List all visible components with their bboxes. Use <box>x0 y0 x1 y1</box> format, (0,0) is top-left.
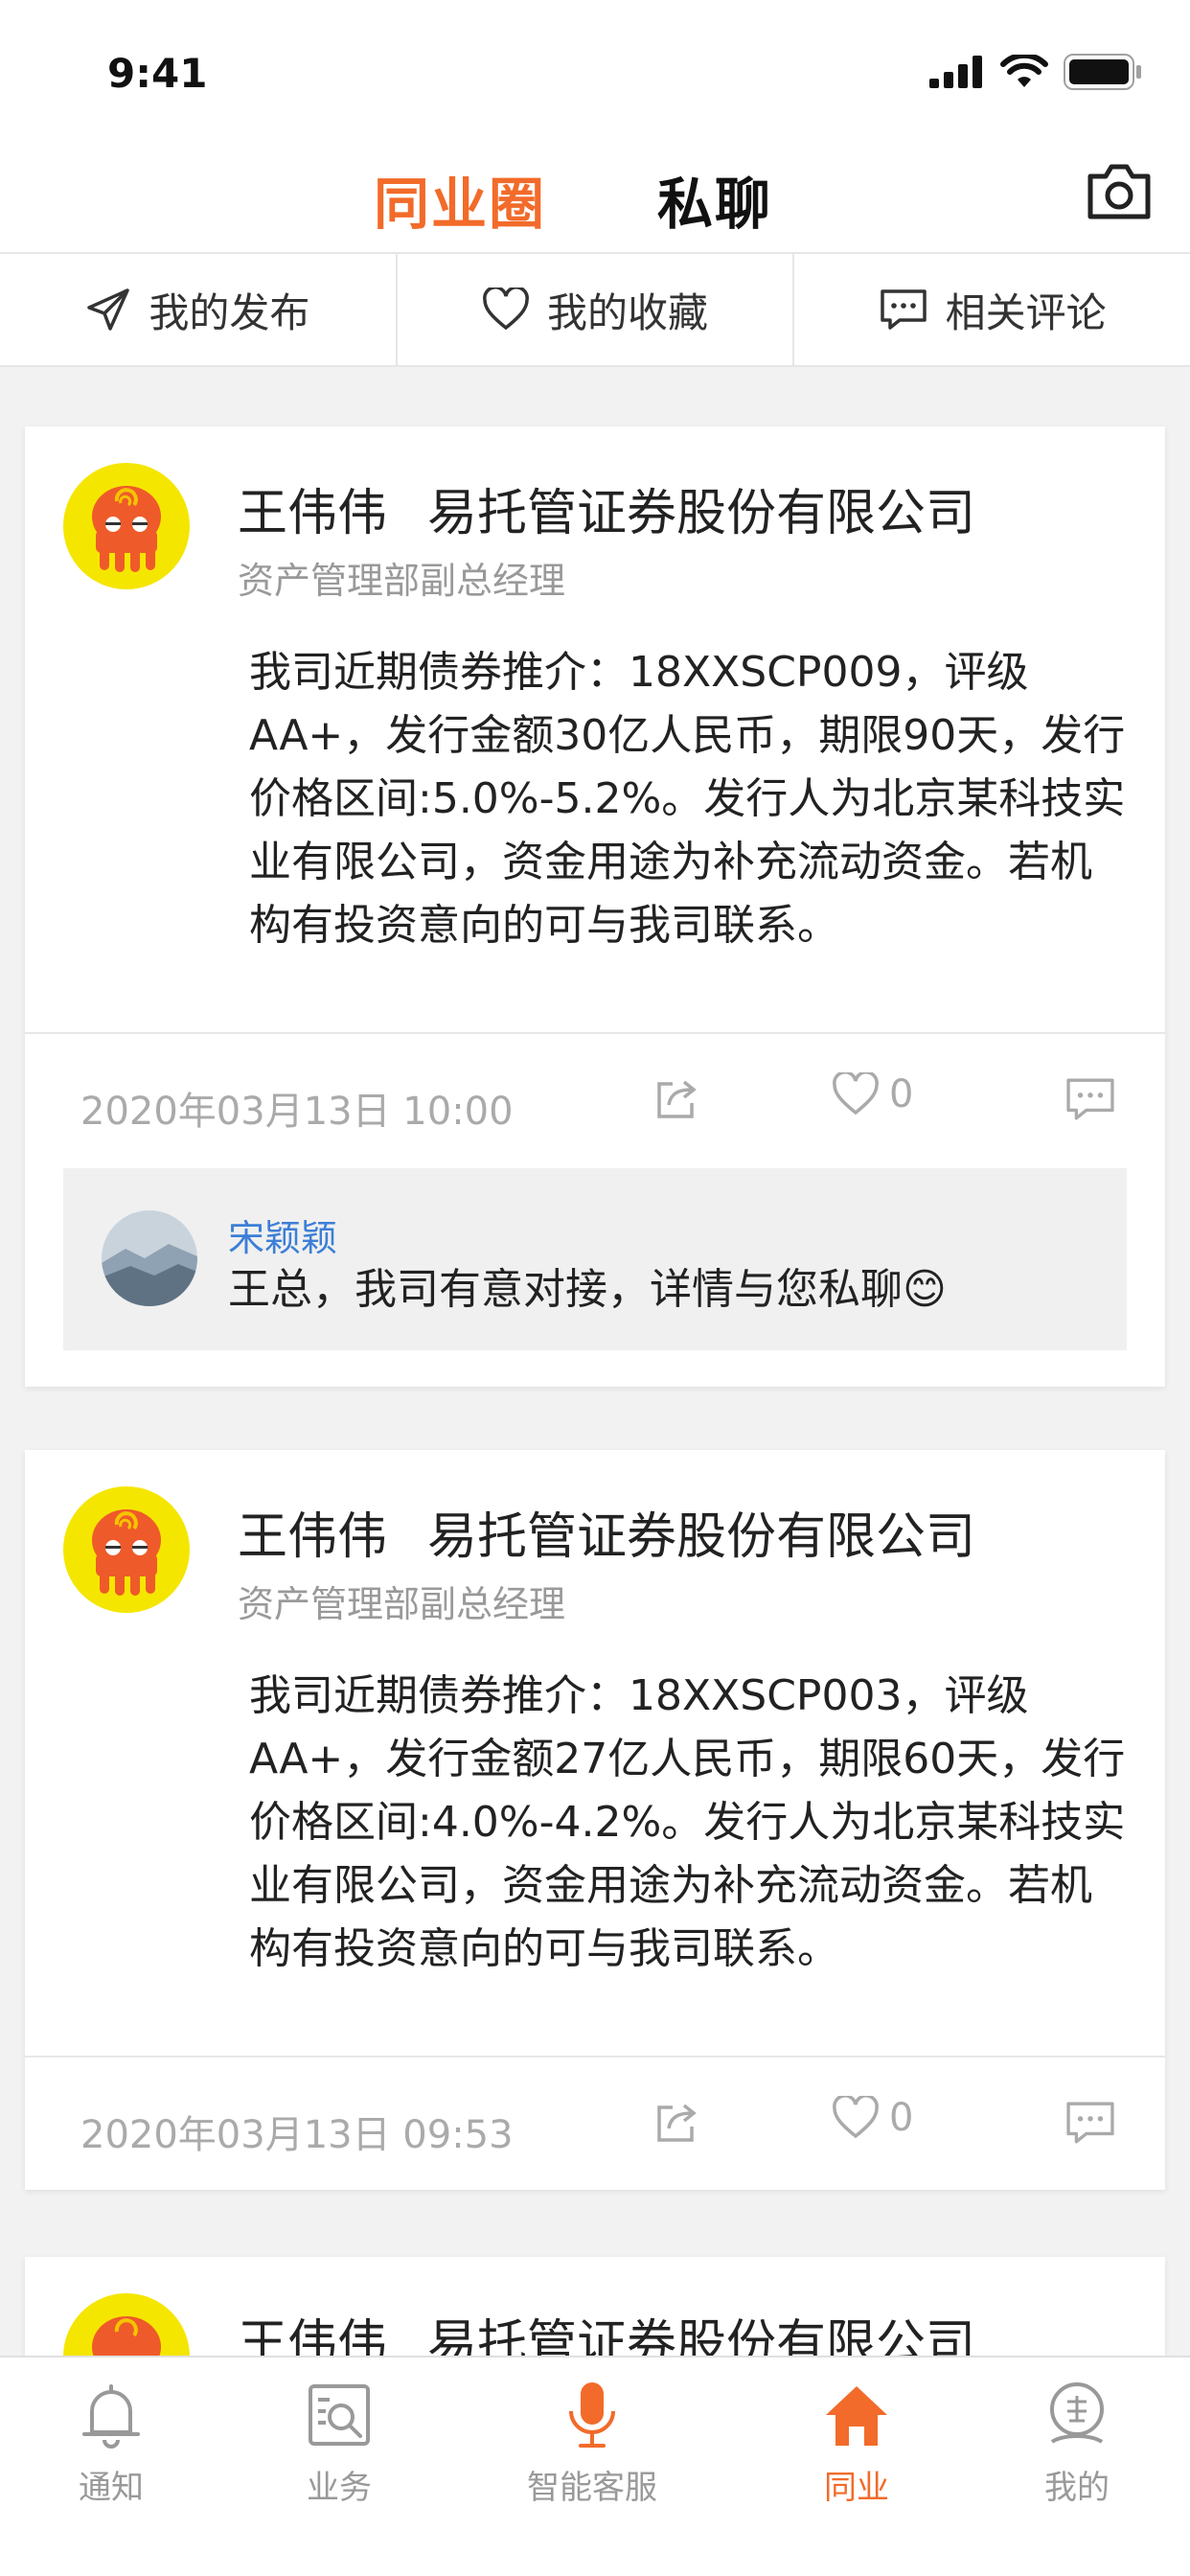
octopus-logo-icon <box>92 1509 161 1596</box>
bottom-navigation: 通知 业务 智能客服 同业 我的 <box>0 2356 1190 2576</box>
post-content: 我司近期债券推介：18XXSCP003，评级AA+，发行金额27亿人民币，期限6… <box>249 1671 1126 1973</box>
search-document-icon <box>309 2384 370 2446</box>
subnav-label: 我的收藏 <box>547 288 709 336</box>
nav-label: 我的 <box>1044 2469 1110 2507</box>
nav-label: 智能客服 <box>527 2469 657 2507</box>
bell-icon <box>82 2384 140 2449</box>
author-line: 王伟伟 易托管证券股份有限公司 <box>238 1496 975 1568</box>
subnav-label: 相关评论 <box>945 288 1107 336</box>
like-count: 0 <box>889 2096 914 2140</box>
share-icon[interactable] <box>653 1076 699 1122</box>
author-title: 资产管理部副总经理 <box>238 560 566 602</box>
nav-profile[interactable]: 我的 <box>981 2377 1173 2508</box>
nav-smart-service[interactable]: 智能客服 <box>496 2377 688 2508</box>
avatar[interactable] <box>63 1486 190 1613</box>
nav-notifications[interactable]: 通知 <box>15 2377 207 2508</box>
landscape-avatar-icon <box>102 1210 197 1306</box>
nav-label: 同业 <box>824 2469 889 2507</box>
tab-private-chat[interactable]: 私聊 <box>657 159 772 240</box>
comment-icon[interactable] <box>1064 1076 1117 1122</box>
like-button[interactable]: 0 <box>832 2096 913 2140</box>
post-meta: 2020年03月13日 10:00 0 <box>25 1034 1165 1168</box>
tab-peer-circle[interactable]: 同业圈 <box>374 159 546 240</box>
post-content: 我司近期债券推介：18XXSCP009，评级AA+，发行金额30亿人民币，期限9… <box>249 648 1126 950</box>
camera-icon[interactable] <box>1085 161 1154 222</box>
comment-username[interactable]: 宋颖颖 <box>228 1208 337 1261</box>
author-name[interactable]: 王伟伟 <box>238 485 387 542</box>
battery-icon <box>1064 54 1141 90</box>
profile-badge-icon <box>1050 2382 1104 2444</box>
post-meta: 2020年03月13日 09:53 0 <box>25 2058 1165 2192</box>
subnav-my-favorites[interactable]: 我的收藏 <box>398 254 795 365</box>
like-button[interactable]: 0 <box>832 1072 913 1116</box>
subnav-related-comments[interactable]: 相关评论 <box>794 254 1190 365</box>
nav-peer[interactable]: 同业 <box>761 2377 952 2508</box>
comment-icon[interactable] <box>1064 2100 1117 2146</box>
avatar[interactable] <box>63 463 190 589</box>
subnav-my-posts[interactable]: 我的发布 <box>0 254 398 365</box>
wifi-icon <box>1000 55 1048 87</box>
author-name[interactable]: 王伟伟 <box>238 1508 387 1566</box>
send-icon <box>87 288 130 331</box>
signal-icon <box>929 56 982 88</box>
comment-avatar[interactable] <box>102 1210 197 1306</box>
nav-label: 通知 <box>79 2469 144 2507</box>
author-company: 易托管证券股份有限公司 <box>427 485 976 542</box>
heart-icon <box>483 288 529 331</box>
nav-label: 业务 <box>307 2469 372 2507</box>
microphone-icon <box>569 2382 615 2448</box>
post-card: 王伟伟 易托管证券股份有限公司 <box>25 2257 1165 2372</box>
share-icon[interactable] <box>653 2100 699 2146</box>
status-bar: 9:41 <box>0 0 1190 144</box>
status-time: 9:41 <box>107 50 208 97</box>
heart-icon <box>833 2096 879 2139</box>
status-icons <box>929 54 1142 90</box>
author-title: 资产管理部副总经理 <box>238 1583 566 1625</box>
sub-navigation: 我的发布 我的收藏 相关评论 <box>0 254 1190 367</box>
post-card: 王伟伟 易托管证券股份有限公司 资产管理部副总经理 我司近期债券推介：18XXSC… <box>25 1450 1165 2190</box>
post-date: 2020年03月13日 10:00 <box>80 1090 514 1134</box>
post-card: 王伟伟 易托管证券股份有限公司 资产管理部副总经理 我司近期债券推介：18XXSC… <box>25 426 1165 1387</box>
comment-text: 王总，我司有意对接，详情与您私聊😊 <box>228 1265 947 1314</box>
octopus-logo-icon <box>92 486 161 572</box>
heart-icon <box>833 1072 879 1116</box>
subnav-label: 我的发布 <box>149 288 310 336</box>
nav-business[interactable]: 业务 <box>243 2377 435 2508</box>
home-icon <box>826 2386 887 2446</box>
like-count: 0 <box>889 1072 914 1116</box>
comment-item[interactable]: 宋颖颖 王总，我司有意对接，详情与您私聊😊 <box>63 1168 1127 1350</box>
top-header: 同业圈 私聊 <box>0 144 1190 254</box>
author-line: 王伟伟 易托管证券股份有限公司 <box>238 472 975 544</box>
post-date: 2020年03月13日 09:53 <box>80 2113 514 2157</box>
author-company: 易托管证券股份有限公司 <box>427 1508 976 1566</box>
comment-icon <box>880 289 927 330</box>
